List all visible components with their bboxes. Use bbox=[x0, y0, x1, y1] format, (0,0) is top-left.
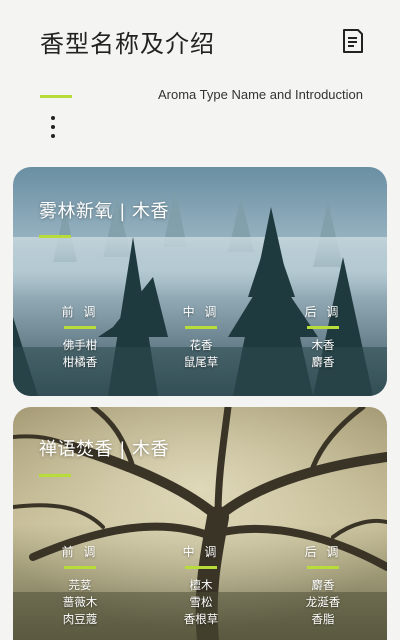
note-item: 麝香 bbox=[311, 355, 335, 369]
middle-note-column: 中 调 花香 鼠尾草 bbox=[171, 303, 231, 371]
note-item: 柑橘香 bbox=[62, 355, 98, 369]
top-note-column: 前 调 佛手柑 柑橘香 bbox=[50, 303, 110, 371]
top-note-column: 前 调 芫荽 蔷薇木 肉豆蔻 bbox=[50, 543, 110, 628]
card-title-accent bbox=[39, 235, 71, 238]
note-item: 香根草 bbox=[183, 612, 219, 626]
note-accent bbox=[307, 566, 339, 569]
aroma-card-zen-incense[interactable]: 禅语焚香 | 木香 前 调 芫荽 蔷薇木 肉豆蔻 中 调 檀木 雪松 香根草 后… bbox=[13, 407, 387, 640]
page-subtitle: Aroma Type Name and Introduction bbox=[158, 87, 363, 102]
note-item: 木香 bbox=[311, 338, 335, 352]
note-item: 蔷薇木 bbox=[62, 595, 98, 609]
note-accent bbox=[185, 326, 217, 329]
card-title: 雾林新氧 | 木香 bbox=[39, 201, 170, 222]
aroma-card-misty-forest[interactable]: 雾林新氧 | 木香 前 调 佛手柑 柑橘香 中 调 花香 鼠尾草 后 调 木香 … bbox=[13, 167, 387, 396]
note-item: 花香 bbox=[189, 338, 213, 352]
middle-note-label: 中 调 bbox=[182, 305, 220, 319]
middle-note-label: 中 调 bbox=[182, 545, 220, 559]
note-item: 麝香 bbox=[311, 578, 335, 592]
note-item: 佛手柑 bbox=[62, 338, 98, 352]
base-note-label: 后 调 bbox=[304, 545, 342, 559]
note-item: 雪松 bbox=[189, 595, 213, 609]
note-item: 芫荽 bbox=[68, 578, 92, 592]
middle-note-column: 中 调 檀木 雪松 香根草 bbox=[171, 543, 231, 628]
base-note-label: 后 调 bbox=[304, 305, 342, 319]
note-accent bbox=[307, 326, 339, 329]
header-accent-line bbox=[40, 95, 72, 98]
note-accent bbox=[185, 566, 217, 569]
note-accent bbox=[64, 326, 96, 329]
note-item: 香脂 bbox=[311, 612, 335, 626]
top-note-label: 前 调 bbox=[61, 305, 99, 319]
base-note-column: 后 调 木香 麝香 bbox=[293, 303, 353, 371]
note-item: 鼠尾草 bbox=[183, 355, 219, 369]
note-item: 龙涎香 bbox=[305, 595, 341, 609]
more-vertical-icon[interactable] bbox=[48, 116, 58, 142]
header: 香型名称及介绍 Aroma Type Name and Introduction bbox=[0, 0, 400, 150]
card-title: 禅语焚香 | 木香 bbox=[39, 439, 170, 460]
top-note-label: 前 调 bbox=[61, 545, 99, 559]
note-item: 檀木 bbox=[189, 578, 213, 592]
base-note-column: 后 调 麝香 龙涎香 香脂 bbox=[293, 543, 353, 628]
page-title: 香型名称及介绍 bbox=[40, 30, 215, 58]
card-title-accent bbox=[39, 474, 71, 477]
document-icon[interactable] bbox=[341, 28, 365, 54]
note-item: 肉豆蔻 bbox=[62, 612, 98, 626]
note-accent bbox=[64, 566, 96, 569]
